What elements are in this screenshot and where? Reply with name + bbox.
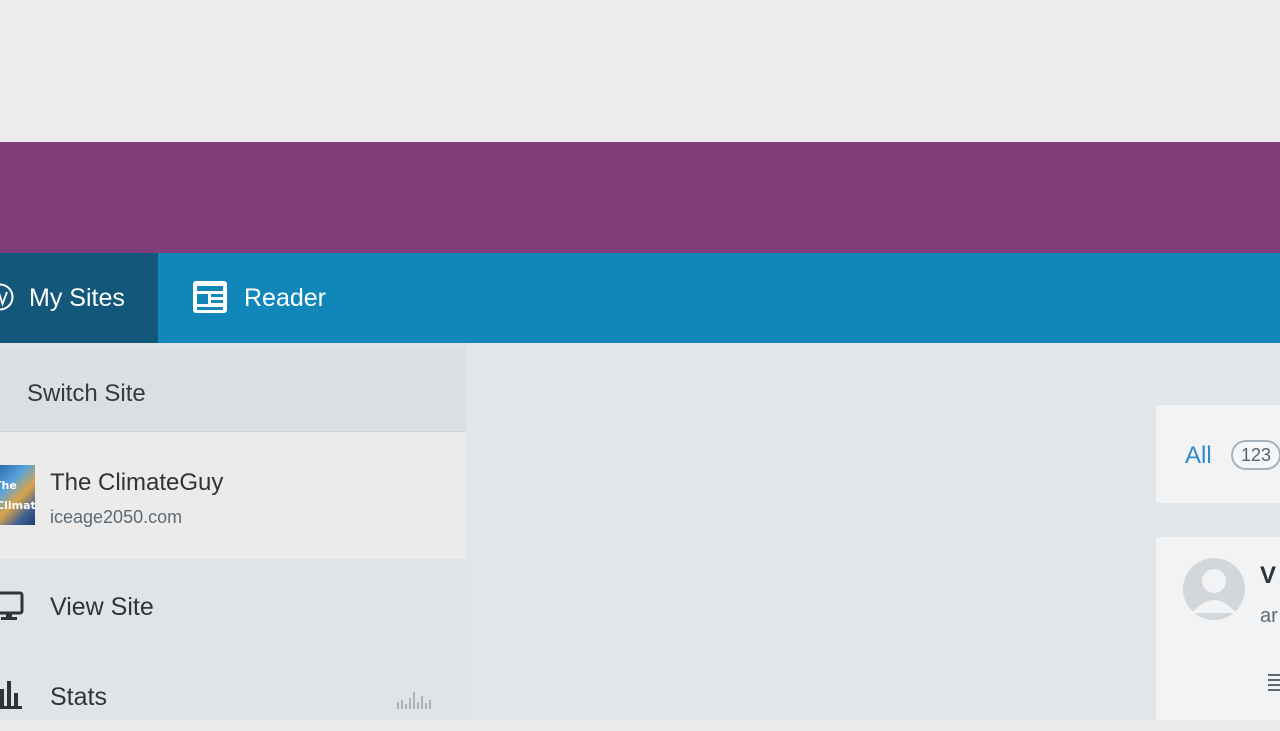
site-title: The ClimateGuy — [50, 469, 224, 496]
site-url: iceage2050.com — [50, 507, 183, 527]
my-sites-button[interactable]: My Sites — [0, 253, 158, 343]
reader-label: Reader — [244, 284, 326, 312]
sidebar-item-label: View Site — [50, 593, 154, 621]
monitor-icon — [0, 591, 24, 620]
sidebar-item-view-site[interactable]: View Site — [0, 571, 466, 641]
all-count-badge: 123 — [1231, 440, 1280, 470]
switch-site-label: Switch Site — [27, 380, 146, 407]
list-icon[interactable] — [1266, 671, 1280, 691]
header-banner — [0, 142, 1280, 253]
comment-meta: ar — [1260, 605, 1278, 627]
wordpress-logo-icon — [0, 283, 14, 311]
site-icon: The Climate — [0, 465, 35, 525]
sidebar-item-stats[interactable]: Stats — [0, 661, 466, 731]
comment-filter-bar: All 123 — [1155, 405, 1280, 503]
filter-all-tab[interactable]: All — [1185, 442, 1212, 470]
sidebar-item-label: Stats — [50, 683, 107, 711]
avatar — [1183, 558, 1245, 620]
masterbar: My Sites Reader — [0, 253, 1280, 343]
current-site-card[interactable]: The Climate The ClimateGuy iceage2050.co… — [0, 432, 466, 559]
stats-sparkline-icon — [397, 692, 431, 709]
reader-button[interactable]: Reader — [158, 253, 358, 343]
reader-icon — [193, 281, 227, 313]
switch-site-button[interactable]: Switch Site — [0, 348, 466, 432]
my-sites-label: My Sites — [29, 284, 125, 312]
window-top-area — [0, 0, 1280, 142]
comment-author: V — [1260, 562, 1277, 589]
bar-chart-icon — [0, 681, 22, 709]
comment-card[interactable]: V ar — [1155, 537, 1280, 720]
sidebar: Switch Site The Climate The ClimateGuy i… — [0, 343, 466, 720]
